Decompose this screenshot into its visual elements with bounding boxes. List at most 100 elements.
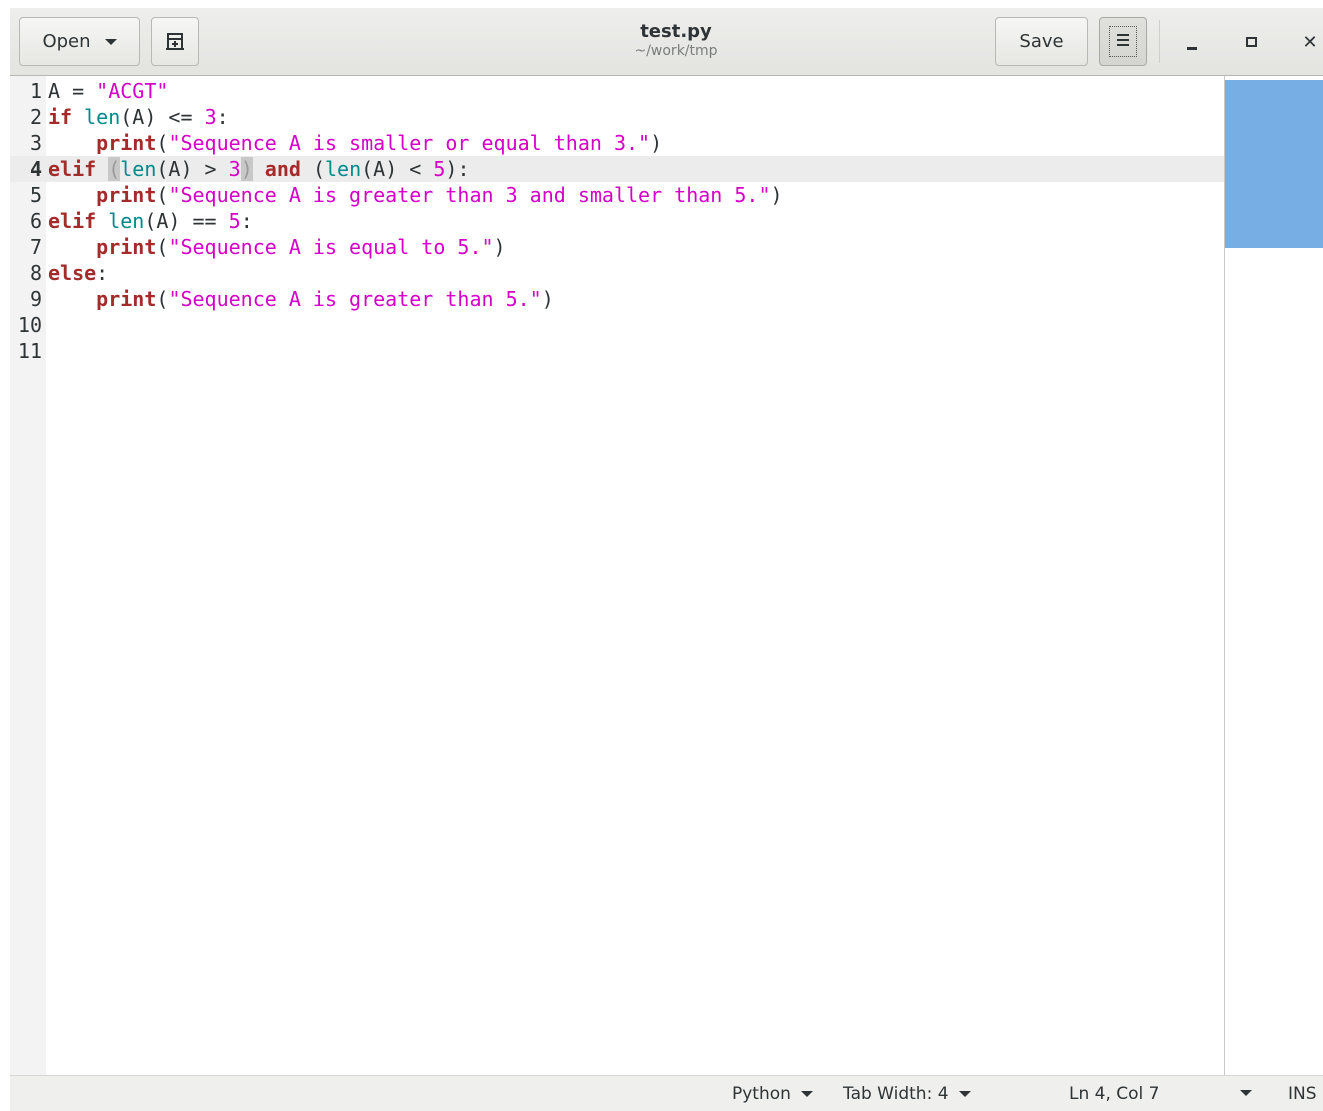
insert-mode-indicator[interactable]: INS: [1288, 1084, 1317, 1104]
new-tab-button[interactable]: [151, 17, 199, 66]
save-button-label: Save: [1019, 31, 1064, 52]
code-text: if len(A) <= 3:: [48, 104, 229, 130]
code-token: ):: [445, 157, 470, 181]
language-label: Python: [732, 1084, 791, 1104]
hamburger-menu-button[interactable]: [1099, 17, 1147, 66]
code-token: elif: [48, 157, 97, 181]
code-token: len: [84, 105, 121, 129]
minimap-viewport-slider[interactable]: [1225, 80, 1323, 248]
code-line[interactable]: 2 if len(A) <= 3:: [10, 104, 1224, 130]
code-token: (A) <=: [120, 105, 205, 129]
code-token: 5: [433, 157, 446, 181]
code-token: "Sequence A is smaller or equal than 3.": [168, 131, 651, 155]
code-token: len: [108, 209, 145, 233]
code-token: 3: [228, 157, 241, 181]
gedit-window: Open test.py ~/work/tmp Save ✕ 1 A = "AC…: [10, 8, 1323, 1111]
tab-width-selector[interactable]: Tab Width: 4: [843, 1084, 971, 1104]
cursor-position[interactable]: Ln 4, Col 7: [1069, 1084, 1160, 1104]
code-token: :: [240, 209, 253, 233]
open-button[interactable]: Open: [19, 17, 140, 66]
tab-width-label: Tab Width: 4: [843, 1084, 949, 1104]
line-number: 10: [17, 313, 42, 337]
minimize-icon: [1187, 46, 1197, 50]
status-bar: Python Tab Width: 4 Ln 4, Col 7 INS: [10, 1075, 1323, 1111]
code-line[interactable]: 1A = "ACGT": [10, 78, 1224, 104]
code-token: "ACGT": [96, 79, 169, 103]
maximize-icon: [1245, 37, 1257, 47]
code-token: print: [96, 183, 157, 207]
code-token: (: [300, 157, 325, 181]
code-token: "Sequence A is equal to 5.": [168, 235, 494, 259]
code-line[interactable]: 10: [10, 312, 1224, 338]
code-token: "Sequence A is greater than 5.": [168, 287, 542, 311]
mode-dropdown[interactable]: [1230, 1090, 1252, 1096]
code-text: A = "ACGT": [48, 78, 168, 104]
code-token: (: [156, 183, 169, 207]
code-token: :: [96, 261, 109, 285]
code-token: else: [48, 261, 97, 285]
hamburger-menu-icon: [1109, 26, 1137, 57]
code-token: ): [240, 157, 253, 181]
code-text: print("Sequence A is greater than 3 and …: [48, 182, 783, 208]
close-icon: ✕: [1302, 31, 1318, 53]
code-line[interactable]: 8 else:: [10, 260, 1224, 286]
code-line[interactable]: 4 elif (len(A) > 3) and (len(A) < 5):: [10, 156, 1224, 182]
header-separator: [1159, 20, 1160, 63]
chevron-down-icon: [1240, 1090, 1252, 1096]
chevron-down-icon: [104, 38, 117, 45]
save-button[interactable]: Save: [995, 17, 1088, 66]
maximize-button[interactable]: [1236, 28, 1266, 56]
code-line[interactable]: 3 print("Sequence A is smaller or equal …: [10, 130, 1224, 156]
language-selector[interactable]: Python: [732, 1084, 813, 1104]
code-line[interactable]: 7 print("Sequence A is equal to 5."): [10, 234, 1224, 260]
code-token: print: [96, 131, 157, 155]
code-text: elif (len(A) > 3) and (len(A) < 5):: [48, 156, 470, 182]
code-token: :: [216, 105, 229, 129]
line-number: 11: [17, 339, 42, 363]
close-button[interactable]: ✕: [1295, 28, 1323, 56]
insert-mode-label: INS: [1288, 1084, 1317, 1104]
line-number: 3: [29, 131, 42, 155]
code-line[interactable]: 5 print("Sequence A is greater than 3 an…: [10, 182, 1224, 208]
line-number: 1: [29, 79, 42, 103]
code-token: print: [96, 235, 157, 259]
code-text: print("Sequence A is smaller or equal th…: [48, 130, 662, 156]
code-line[interactable]: 6 elif len(A) == 5:: [10, 208, 1224, 234]
document-title: test.py: [640, 21, 712, 42]
line-number: 9: [29, 287, 42, 311]
code-token: "Sequence A is greater than 3 and smalle…: [168, 183, 771, 207]
code-token: len: [325, 157, 362, 181]
code-token: A =: [48, 79, 97, 103]
chevron-down-icon: [800, 1091, 813, 1097]
code-token: len: [120, 157, 157, 181]
code-editor[interactable]: 1A = "ACGT" 2 if len(A) <= 3: 3 print("Sequ…: [10, 76, 1224, 1075]
line-number: 5: [29, 183, 42, 207]
code-line[interactable]: 11: [10, 338, 1224, 364]
code-token: ): [770, 183, 783, 207]
line-number: 4: [29, 157, 42, 181]
code-token: ): [650, 131, 663, 155]
code-token: print: [96, 287, 157, 311]
code-token: ): [541, 287, 554, 311]
code-token: (: [108, 157, 121, 181]
code-token: 5: [228, 209, 241, 233]
code-token: elif: [48, 209, 97, 233]
line-number: 2: [29, 105, 42, 129]
code-token: 3: [204, 105, 217, 129]
code-token: (A) <: [361, 157, 434, 181]
code-text: print("Sequence A is greater than 5."): [48, 286, 554, 312]
minimize-button[interactable]: [1177, 28, 1207, 56]
cursor-position-label: Ln 4, Col 7: [1069, 1084, 1160, 1104]
minimap[interactable]: [1224, 76, 1323, 1075]
line-number: 7: [29, 235, 42, 259]
chevron-down-icon: [958, 1091, 971, 1097]
code-token: (A) >: [156, 157, 229, 181]
code-token: (A) ==: [144, 209, 229, 233]
code-line[interactable]: 9 print("Sequence A is greater than 5."): [10, 286, 1224, 312]
